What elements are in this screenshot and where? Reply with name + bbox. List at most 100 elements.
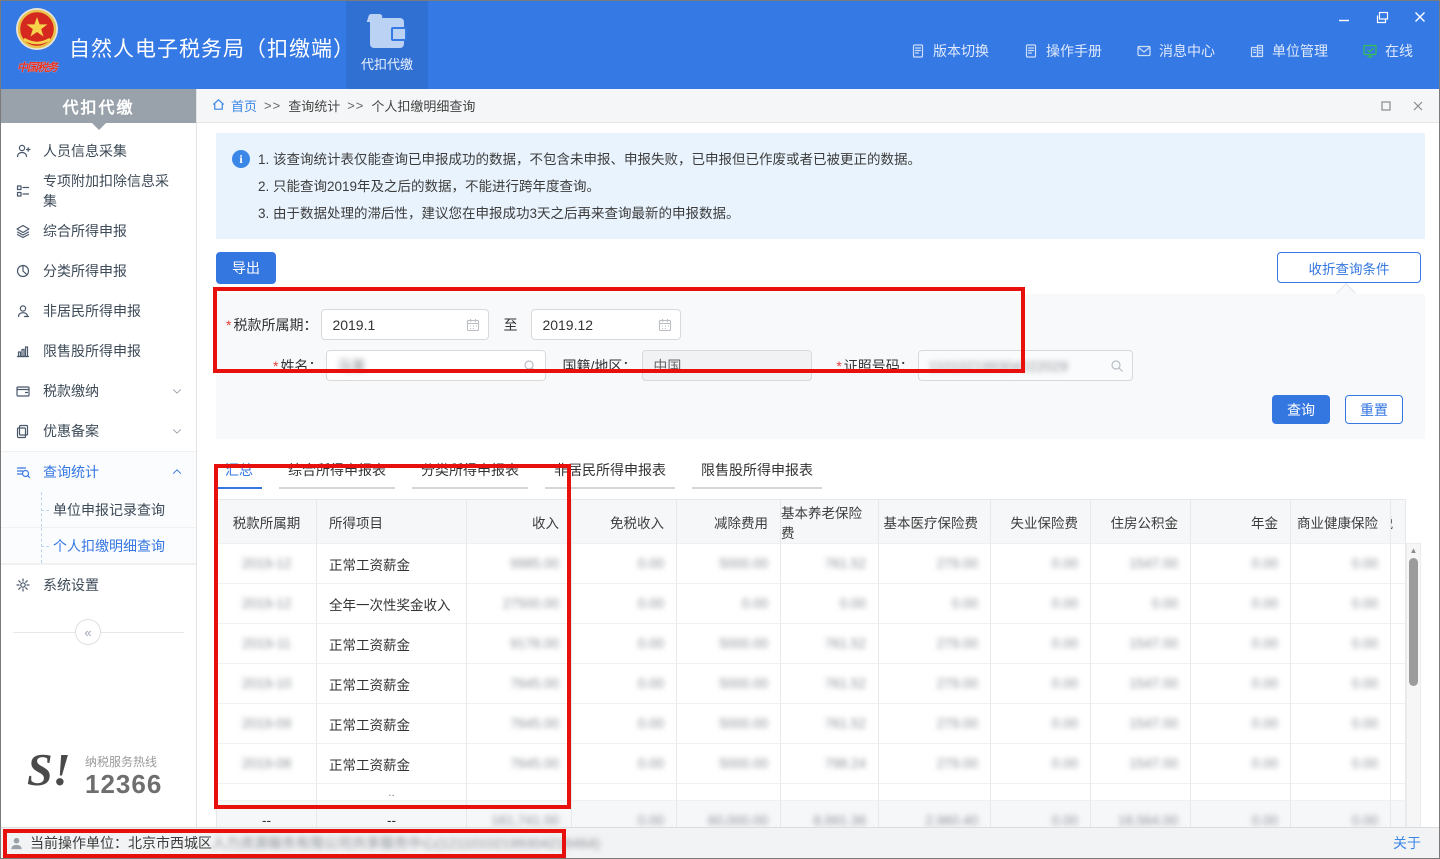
table-row: 2019-11正常工资薪金9178.000.005000.00761.52279… [216,624,1406,664]
sidebar-item-1[interactable]: 人员信息采集 [1,131,196,171]
table-header-cell: 收入 [467,500,572,544]
value-cell [1391,584,1406,624]
tab-5[interactable]: 限售股所得申报表 [692,454,822,489]
query-button[interactable]: 查询 [1272,395,1330,424]
scroll-up-arrow[interactable]: ▲ [1407,544,1420,556]
value-cell: 0.00 [1291,624,1391,664]
tab-1[interactable]: 汇总 [216,454,262,489]
close-button[interactable] [1411,9,1429,25]
pane-close-button[interactable] [1411,99,1425,113]
value-cell: 0.00 [572,544,677,584]
about-link[interactable]: 关于 [1393,833,1421,853]
cell-text: 761.52 [825,676,866,691]
sidebar-item-4[interactable]: 分类所得申报 [1,251,196,291]
breadcrumb-separator: >> [347,98,364,113]
cell-text: 0.00 [638,596,664,611]
value-cell: 0.00 [1291,744,1391,784]
partial-cell [781,784,879,801]
id-number-label: *证照号码： [836,356,913,376]
id-number-input[interactable]: 110102199304222029 [918,350,1133,381]
sidebar-item-label: 综合所得申报 [43,221,127,241]
cell-text: 0.00 [1052,716,1078,731]
cell-text: 2019-12 [242,556,292,571]
vertical-scrollbar[interactable]: ▲ ▼ [1406,543,1421,827]
cell-text: 0.00 [638,756,664,771]
chevron-down-icon [170,384,184,398]
search-icon[interactable] [522,358,538,374]
sidebar-subitem-2[interactable]: 个人扣缴明细查询 [1,528,196,564]
sidebar-item-10[interactable]: 系统设置 [1,565,196,605]
value-cell [1391,544,1406,584]
vertical-scroll-thumb[interactable] [1409,558,1418,686]
sidebar-item-5[interactable]: 非居民所得申报 [1,291,196,331]
header-menu-5[interactable]: 在线 [1362,41,1413,61]
value-cell: 761.52 [781,664,879,704]
value-cell: 0.00 [1291,704,1391,744]
reset-button[interactable]: 重置 [1345,395,1403,424]
sidebar-item-6[interactable]: 限售股所得申报 [1,331,196,371]
chevron-down-icon [170,424,184,438]
sidebar-item-7[interactable]: 税款缴纳 [1,371,196,411]
header-menu-2[interactable]: 操作手册 [1023,41,1102,61]
cell-text: 2019-08 [242,756,292,771]
tab-3[interactable]: 分类所得申报表 [412,454,528,489]
tab-withholding[interactable]: 代扣代缴 [346,1,428,89]
notice-line: 3. 由于数据处理的滞后性，建议您在申报成功3天之后再来查询最新的申报数据。 [232,200,1409,227]
tab-4[interactable]: 非居民所得申报表 [545,454,675,489]
value-cell: 0.00 [572,584,677,624]
sidebar-collapse-button[interactable]: « [75,619,101,645]
id-number-value: 110102199304222029 [929,358,1068,374]
cell-text: 免税收入 [610,512,664,532]
period-cell: 2019-12 [216,544,317,584]
cell-text: 9178.00 [510,636,559,651]
partial-cell: .. [317,784,467,801]
cell-text: 5000.00 [719,556,768,571]
pie-chart-icon [15,263,31,279]
collapse-query-button[interactable]: 收折查询条件 [1277,252,1421,283]
export-button[interactable]: 导出 [216,252,276,284]
header-menu-1[interactable]: 版本切换 [910,41,989,61]
search-icon[interactable] [1109,358,1125,374]
chevron-up-icon [170,465,184,479]
summary-value-cell: 0.00 [991,801,1091,827]
sidebar-item-2[interactable]: 专项附加扣除信息采集 [1,171,196,211]
mail-icon [1136,43,1152,59]
cell-text: 0.00 [1252,813,1278,827]
minimize-button[interactable] [1335,9,1353,25]
value-cell: 761.52 [781,544,879,584]
header-menu-3[interactable]: 消息中心 [1136,41,1215,61]
calendar-icon[interactable] [657,317,673,333]
breadcrumb-item[interactable]: 查询统计 [288,96,340,115]
value-cell: 1547.00 [1091,664,1191,704]
period-to-input[interactable]: 2019.12 [531,309,681,340]
value-cell: 0.00 [991,584,1091,624]
period-from-value: 2019.1 [332,317,375,333]
value-cell: 0.00 [1191,544,1291,584]
search-list-icon [15,464,31,480]
breadcrumb-home[interactable]: 首页 [211,96,257,115]
sidebar-item-3[interactable]: 综合所得申报 [1,211,196,251]
cell-text: 0.00 [1052,596,1078,611]
cell-text: 0.00 [1052,556,1078,571]
cell-text: 收入 [532,512,559,532]
cell-text: 0.00 [1052,756,1078,771]
period-from-input[interactable]: 2019.1 [321,309,489,340]
home-icon [211,97,226,115]
tab-2[interactable]: 综合所得申报表 [279,454,395,489]
header-menu-4[interactable]: 单位管理 [1249,41,1328,61]
restore-button[interactable] [1373,9,1391,25]
value-cell [1391,624,1406,664]
summary-value-cell: 2,960.40 [879,801,991,827]
table-row: 2019-08正常工资薪金7645.000.005000.00798.24279… [216,744,1406,784]
value-cell: 7645.00 [467,744,572,784]
breadcrumb-home-label: 首页 [231,96,257,115]
name-input[interactable]: 马某 [326,350,546,381]
current-unit-label: 当前操作单位： [30,833,128,853]
partial-cell [1091,784,1191,801]
pane-maximize-button[interactable] [1379,99,1393,113]
calendar-icon[interactable] [465,317,481,333]
wallet-icon [370,18,404,48]
sidebar-subitem-1[interactable]: 单位申报记录查询 [1,492,196,528]
sidebar-item-9[interactable]: 查询统计 [1,452,196,492]
sidebar-item-8[interactable]: 优惠备案 [1,411,196,451]
